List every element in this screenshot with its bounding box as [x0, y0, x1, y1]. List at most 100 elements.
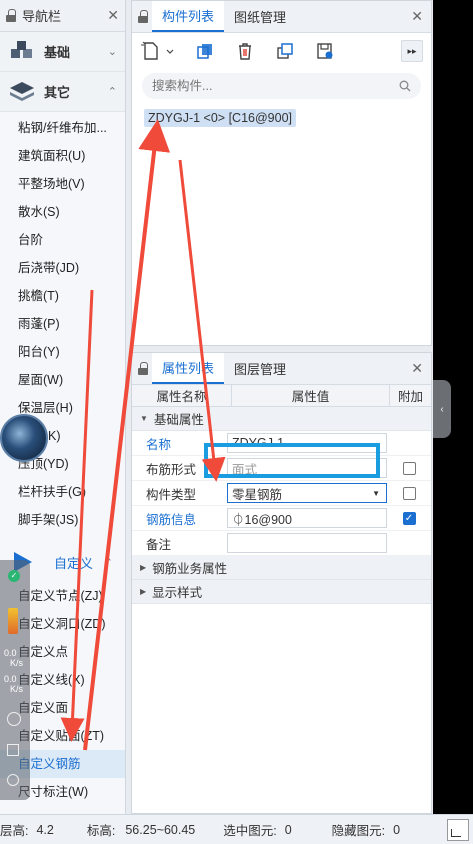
nav-group-basic[interactable]: 基础 ⌄ — [0, 32, 125, 72]
column-header: 属性值 — [232, 385, 390, 406]
highlight-box — [204, 443, 380, 478]
close-icon[interactable]: ✕ — [411, 360, 423, 377]
selected-value: 0 — [284, 822, 292, 837]
nav-item-list: 粘钢/纤维布加... 建筑面积(U) 平整场地(V) 散水(S) 台阶 后浇带(… — [0, 112, 125, 534]
nav-item[interactable]: 粘钢/纤维布加... — [0, 114, 125, 142]
property-value-rebar-info[interactable]: ⏀16@900 — [227, 508, 387, 528]
chevron-down-icon: ⌄ — [107, 46, 117, 58]
property-name: 钢筋信息 — [146, 512, 197, 527]
tab-component-list[interactable]: 构件列表 — [152, 1, 225, 32]
nav-item[interactable]: 后浇带(JD) — [0, 254, 125, 282]
section-label: 钢筋业务属性 — [152, 562, 228, 576]
additional-checkbox[interactable] — [402, 461, 416, 475]
nav-group-other[interactable]: 其它 ⌃ — [0, 72, 125, 112]
nav-item[interactable]: 散水(S) — [0, 198, 125, 226]
nav-item[interactable]: 台阶 — [0, 226, 125, 254]
dropdown-value: 零星钢筋 — [232, 487, 283, 502]
pin-icon[interactable] — [138, 361, 148, 376]
search-icon[interactable] — [399, 80, 411, 92]
nav-group-label: 自定义 — [54, 555, 94, 571]
corner-icon[interactable] — [447, 818, 469, 841]
search-input[interactable] — [152, 79, 399, 93]
collapse-panel-handle[interactable]: ‹ — [433, 380, 451, 438]
additional-cell: ✓ — [387, 511, 431, 525]
property-table-header: 属性名称 属性值 附加 — [132, 385, 431, 407]
battery-icon — [8, 608, 18, 634]
additional-cell — [387, 486, 431, 500]
new-file-icon — [141, 41, 174, 60]
trash-icon — [239, 43, 251, 60]
section-display-style[interactable]: ▶ 显示样式 — [132, 580, 431, 604]
search-icon[interactable] — [7, 774, 19, 786]
copy-icon — [197, 44, 212, 59]
component-list-item[interactable]: ZDYGJ-1 <0> [C16@900] — [144, 109, 297, 127]
expand-icon: ▶ — [140, 563, 147, 572]
additional-cell — [387, 461, 431, 475]
cubes-icon — [11, 40, 32, 58]
check-icon: ✓ — [8, 570, 20, 582]
checked-checkbox[interactable]: ✓ — [402, 511, 416, 525]
nav-item[interactable]: 屋面(W) — [0, 366, 125, 394]
section-basic-properties[interactable]: ▼ 基础属性 — [132, 407, 431, 431]
nav-item[interactable]: 脚手架(JS) — [0, 506, 125, 534]
close-icon[interactable]: ✕ — [107, 7, 119, 24]
floating-ball-avatar[interactable] — [0, 414, 48, 462]
layer-copy-button[interactable] — [274, 40, 296, 62]
status-bar: 层高: 4.2 标高: 56.25~60.45 选中图元: 0 隐藏图元: 0 — [0, 814, 473, 844]
expand-window-icon[interactable] — [7, 744, 19, 756]
more-icon[interactable]: ▸▸ — [401, 40, 423, 62]
component-search[interactable] — [142, 73, 421, 99]
tab-property-list[interactable]: 属性列表 — [152, 353, 225, 384]
nav-group-label: 其它 — [44, 85, 71, 100]
hidden-label: 隐藏图元: — [331, 824, 386, 838]
upload-unit: K/s — [10, 658, 24, 668]
tab-layer-management[interactable]: 图层管理 — [224, 353, 296, 384]
nav-item[interactable]: 阳台(Y) — [0, 338, 125, 366]
property-name: 构件类型 — [146, 487, 197, 502]
nav-item[interactable]: 建筑面积(U) — [0, 142, 125, 170]
pin-icon[interactable] — [6, 8, 16, 23]
new-component-button[interactable] — [140, 40, 176, 62]
property-value-remark[interactable] — [227, 533, 387, 553]
column-header: 属性名称 — [132, 385, 232, 406]
nav-item[interactable]: 栏杆扶手(G) — [0, 478, 125, 506]
section-rebar-business[interactable]: ▶ 钢筋业务属性 — [132, 556, 431, 580]
library-icon — [317, 43, 333, 59]
dropdown-arrow-icon: ▼ — [372, 488, 380, 498]
tab-drawing-management[interactable]: 图纸管理 — [224, 1, 296, 32]
floor-height-value: 4.2 — [36, 822, 54, 837]
corner-glyph — [451, 828, 461, 837]
elevation-value: 56.25~60.45 — [125, 822, 196, 837]
expand-icon: ▶ — [140, 587, 147, 596]
section-label: 基础属性 — [153, 413, 204, 427]
delete-button[interactable] — [234, 40, 256, 62]
close-icon[interactable]: ✕ — [411, 8, 423, 25]
property-name: 备注 — [146, 537, 172, 552]
chevron-up-icon: ⌃ — [103, 556, 113, 569]
nav-item[interactable]: 雨蓬(P) — [0, 310, 125, 338]
component-tabs: 构件列表 图纸管理 ✕ — [132, 1, 431, 33]
network-speed-widget: ✓ 0.0 K/s 0.0 K/s — [0, 560, 30, 800]
property-row: 备注 — [132, 531, 431, 556]
floor-height-label: 层高: — [0, 824, 29, 838]
chevron-up-icon: ⌃ — [107, 86, 117, 98]
additional-checkbox[interactable] — [402, 486, 416, 500]
collapse-icon: ▼ — [140, 414, 148, 423]
download-speed: 0.0 — [4, 674, 17, 684]
hidden-value: 0 — [393, 822, 401, 837]
copy-button[interactable] — [194, 40, 216, 62]
chat-icon[interactable] — [7, 712, 21, 726]
section-label: 显示样式 — [152, 586, 203, 600]
property-row: 构件类型 零星钢筋 ▼ — [132, 481, 431, 506]
property-tabs: 属性列表 图层管理 ✕ — [132, 353, 431, 385]
save-to-library-button[interactable] — [314, 40, 336, 62]
nav-group-label: 基础 — [44, 45, 71, 60]
nav-header: 导航栏 ✕ — [0, 0, 125, 32]
nav-item[interactable]: 挑檐(T) — [0, 282, 125, 310]
property-value-component-type[interactable]: 零星钢筋 ▼ — [227, 483, 387, 503]
nav-item[interactable]: 平整场地(V) — [0, 170, 125, 198]
pin-icon[interactable] — [138, 9, 148, 24]
component-list-panel: 构件列表 图纸管理 ✕ ▸▸ 搜索构件... ZDYGJ-1 <0> [C16@… — [131, 0, 432, 346]
property-row: 钢筋信息 ⏀16@900 ✓ — [132, 506, 431, 531]
layers-icon — [10, 81, 34, 101]
